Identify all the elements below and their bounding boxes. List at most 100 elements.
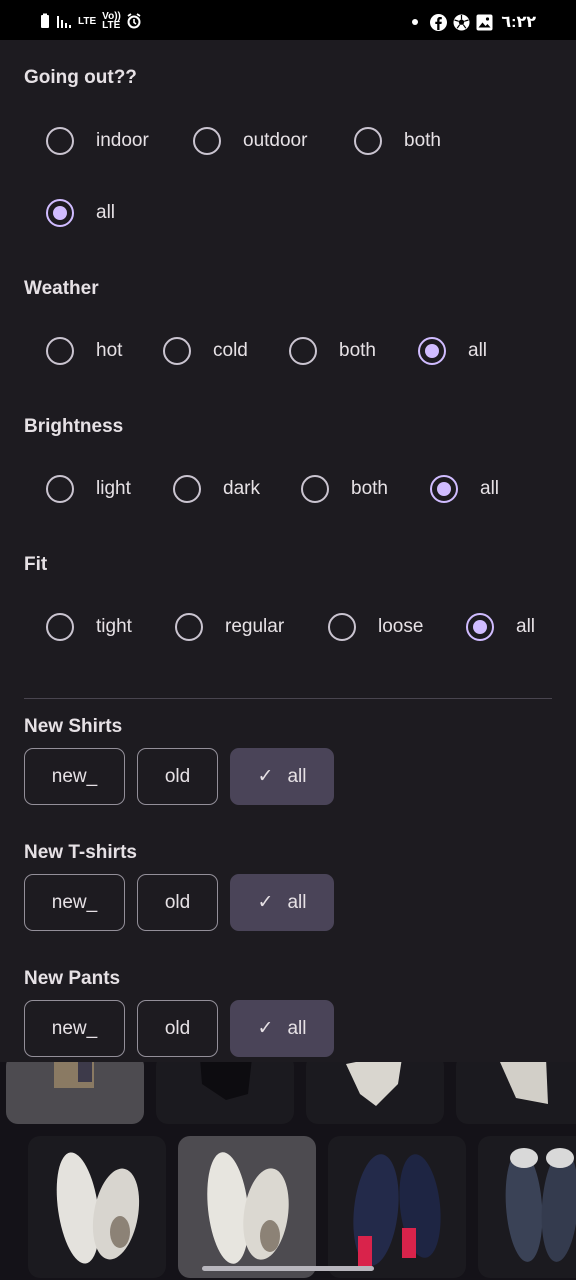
pants-image	[346, 1062, 402, 1106]
weather-radio-group: hot cold both all	[0, 327, 576, 375]
chip-all-selected[interactable]: ✓ all	[230, 748, 334, 805]
brightness-option-dark[interactable]: dark	[151, 465, 260, 513]
fit-option-regular[interactable]: regular	[153, 603, 284, 651]
pants-image	[54, 1062, 94, 1088]
status-bar: LTE Vo)) LTE ٦:٢٢	[0, 0, 576, 40]
chip-old[interactable]: old	[137, 1000, 218, 1057]
shoes-thumbnail[interactable]	[478, 1136, 576, 1278]
clock: ٦:٢٢	[501, 14, 536, 31]
radio-label: all	[96, 202, 116, 223]
chip-label: old	[164, 1017, 191, 1039]
radio-button-selected[interactable]	[430, 475, 458, 503]
brightness-radio-group: light dark both all	[0, 465, 576, 513]
weather-option-both[interactable]: both	[267, 327, 376, 375]
chip-all-selected[interactable]: ✓ all	[230, 874, 334, 931]
radio-button[interactable]	[163, 337, 191, 365]
radio-label: loose	[378, 616, 424, 637]
radio-button[interactable]	[173, 475, 201, 503]
clothing-gallery	[0, 1062, 576, 1280]
chip-old[interactable]: old	[137, 748, 218, 805]
shoes-image	[505, 1148, 576, 1262]
going-out-option-all[interactable]: all	[24, 189, 115, 237]
check-icon: ✓	[257, 766, 274, 787]
shoes-thumbnail-selected[interactable]	[178, 1136, 316, 1278]
chip-label: all	[287, 765, 307, 787]
new-tshirts-title: New T-shirts	[24, 842, 137, 863]
chip-new[interactable]: new_	[24, 1000, 125, 1057]
radio-button[interactable]	[46, 337, 74, 365]
radio-button[interactable]	[175, 613, 203, 641]
brightness-option-all[interactable]: all	[408, 465, 499, 513]
chip-new[interactable]: new_	[24, 748, 125, 805]
chip-label: new_	[51, 891, 98, 913]
new-shirts-title: New Shirts	[24, 716, 123, 737]
radio-button[interactable]	[328, 613, 356, 641]
radio-label: regular	[225, 616, 285, 637]
going-out-option-both[interactable]: both	[332, 117, 441, 165]
shoes-thumbnail[interactable]	[28, 1136, 166, 1278]
fit-radio-group: tight regular loose all	[0, 603, 576, 651]
radio-button[interactable]	[46, 475, 74, 503]
radio-button[interactable]	[193, 127, 221, 155]
notification-dot	[412, 19, 419, 25]
fit-option-tight[interactable]: tight	[24, 603, 132, 651]
chip-all-selected[interactable]: ✓ all	[230, 1000, 334, 1057]
radio-button[interactable]	[289, 337, 317, 365]
pants-thumbnail[interactable]	[306, 1062, 444, 1124]
facebook-icon	[430, 13, 448, 31]
weather-option-all[interactable]: all	[396, 327, 487, 375]
radio-button[interactable]	[354, 127, 382, 155]
radio-button-selected[interactable]	[46, 199, 74, 227]
radio-label: tight	[96, 616, 132, 637]
radio-label: indoor	[96, 130, 149, 151]
weather-title: Weather	[24, 278, 99, 299]
filter-sheet: Going out?? indoor outdoor both all Weat…	[0, 40, 576, 1062]
chip-old[interactable]: old	[137, 874, 218, 931]
status-bar-right: ٦:٢٢	[412, 12, 536, 32]
radio-label: all	[516, 616, 536, 637]
going-out-radio-group: indoor outdoor both	[0, 117, 576, 165]
shoes-image	[207, 1152, 289, 1264]
weather-option-cold[interactable]: cold	[141, 327, 248, 375]
going-out-option-indoor[interactable]: indoor	[24, 117, 149, 165]
radio-label: cold	[213, 340, 248, 361]
signal-icon	[56, 14, 72, 28]
radio-button-selected[interactable]	[466, 613, 494, 641]
alarm-icon	[126, 13, 142, 29]
status-bar-left: LTE Vo)) LTE	[40, 12, 142, 31]
shoes-image	[56, 1152, 140, 1264]
pants-thumbnail[interactable]	[156, 1062, 294, 1124]
radio-label: dark	[223, 478, 260, 499]
radio-label: both	[339, 340, 376, 361]
fit-option-all[interactable]: all	[444, 603, 535, 651]
weather-option-hot[interactable]: hot	[24, 327, 122, 375]
chip-label: old	[164, 765, 191, 787]
shoes-image	[353, 1154, 441, 1266]
pants-thumbnail-selected[interactable]	[6, 1062, 144, 1124]
lte-label: LTE	[78, 15, 97, 27]
battery-icon	[40, 13, 50, 29]
new-pants-title: New Pants	[24, 968, 121, 989]
chip-label: all	[287, 891, 307, 913]
gallery-icon	[476, 14, 493, 31]
shoes-thumbnail[interactable]	[328, 1136, 466, 1278]
radio-label: light	[96, 478, 131, 499]
chip-label: all	[287, 1017, 307, 1039]
chip-label: old	[164, 891, 191, 913]
radio-button[interactable]	[46, 127, 74, 155]
chip-label: new_	[51, 765, 98, 787]
pants-thumbnail[interactable]	[456, 1062, 576, 1124]
chip-new[interactable]: new_	[24, 874, 125, 931]
going-out-title: Going out??	[24, 67, 137, 88]
radio-label: both	[404, 130, 441, 151]
radio-button-selected[interactable]	[418, 337, 446, 365]
home-indicator[interactable]	[202, 1266, 374, 1271]
radio-button[interactable]	[301, 475, 329, 503]
fit-option-loose[interactable]: loose	[306, 603, 423, 651]
radio-label: hot	[96, 340, 123, 361]
going-out-radio-group-row2: all	[0, 189, 576, 237]
brightness-option-both[interactable]: both	[279, 465, 388, 513]
going-out-option-outdoor[interactable]: outdoor	[171, 117, 307, 165]
brightness-option-light[interactable]: light	[24, 465, 131, 513]
radio-button[interactable]	[46, 613, 74, 641]
